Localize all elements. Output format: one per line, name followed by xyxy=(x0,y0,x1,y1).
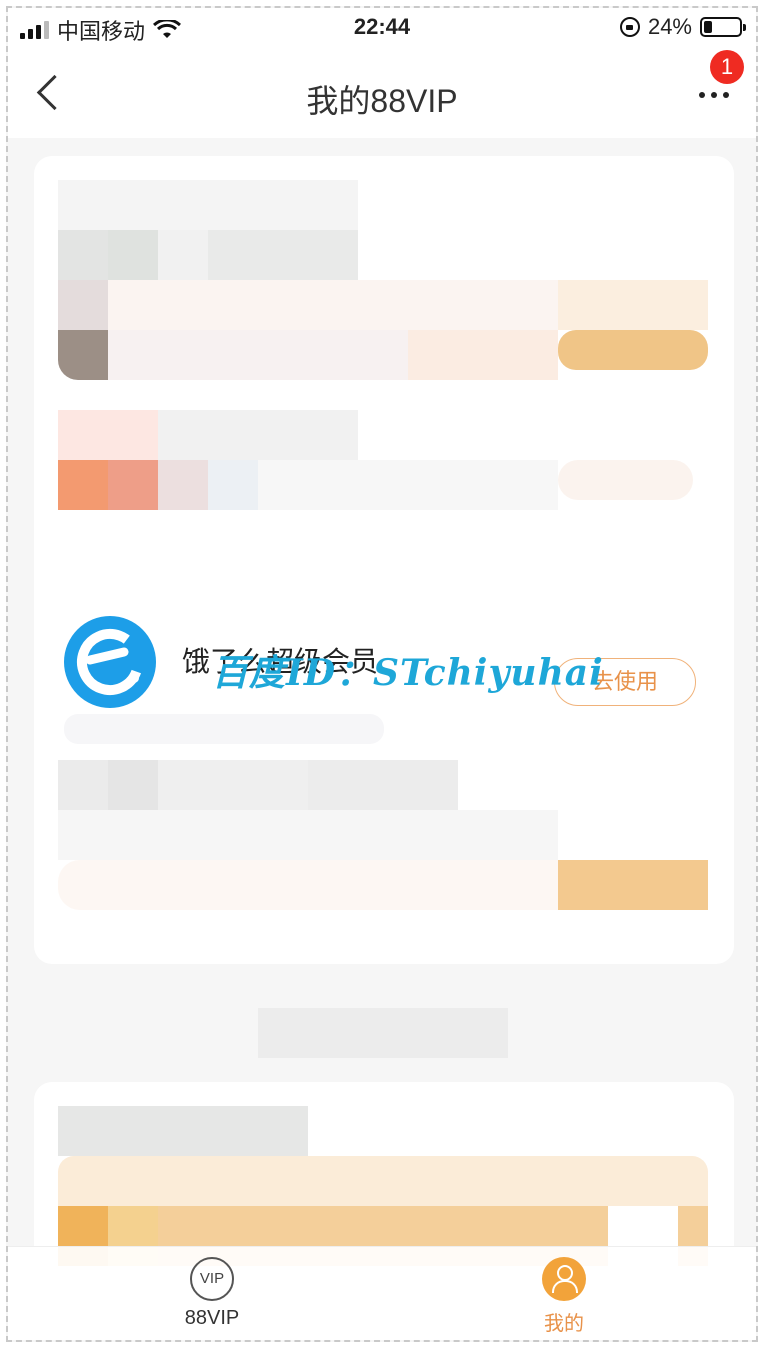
more-options-button[interactable] xyxy=(694,88,734,102)
notification-badge: 1 xyxy=(710,50,744,84)
benefits-card: 饿了么超级会员 去使用 xyxy=(34,156,734,964)
status-right: 24% xyxy=(619,14,746,40)
tab-88vip[interactable]: VIP 88VIP xyxy=(152,1257,272,1330)
dot-icon xyxy=(699,92,705,98)
blurred-section-divider xyxy=(258,1008,508,1058)
watermark-text: 百度ID：STchiyuhai xyxy=(212,652,604,694)
rotation-lock-icon xyxy=(619,17,640,37)
battery-percent: 24% xyxy=(647,14,692,39)
battery-icon xyxy=(700,17,746,37)
blurred-item-2 xyxy=(58,410,708,520)
tab-me[interactable]: 我的 xyxy=(504,1257,624,1336)
blurred-item-3 xyxy=(58,760,708,930)
tab-label: 88VIP xyxy=(184,1307,240,1329)
vip-icon: VIP xyxy=(190,1257,234,1301)
tab-bar: VIP 88VIP 我的 xyxy=(8,1246,756,1340)
person-icon xyxy=(542,1257,586,1301)
blurred-item-1 xyxy=(58,180,708,380)
eleme-icon xyxy=(64,616,156,708)
dot-icon xyxy=(711,92,717,98)
screen-frame: 中国移动 22:44 24% 我的88VIP 1 饿了么超级会员 去使用 百度I… xyxy=(6,6,758,1342)
status-bar: 中国移动 22:44 24% xyxy=(8,8,756,48)
dot-icon xyxy=(723,92,729,98)
nav-bar: 我的88VIP 1 xyxy=(8,48,756,138)
blurred-subtitle xyxy=(64,714,384,744)
tab-label: 我的 xyxy=(544,1313,584,1335)
battery-fill xyxy=(704,21,712,33)
page-title: 我的88VIP xyxy=(306,83,458,119)
